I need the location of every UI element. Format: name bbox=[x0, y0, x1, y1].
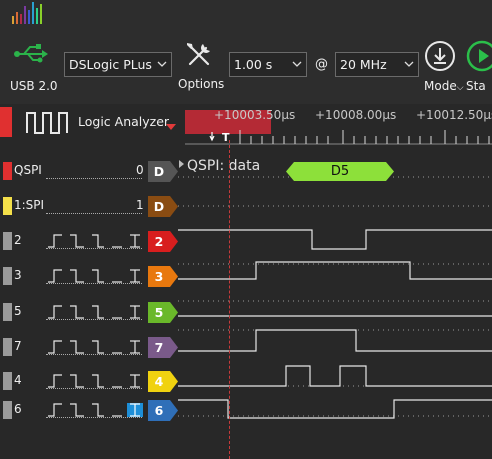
channel-badge-label: 6 bbox=[148, 400, 180, 421]
channel-color-stripe bbox=[3, 197, 12, 215]
mode-label: Mode⌵ bbox=[424, 79, 464, 93]
chevron-down-icon bbox=[157, 61, 167, 67]
channel-underline bbox=[46, 354, 142, 355]
channel-color-stripe bbox=[3, 401, 12, 419]
options-label: Options bbox=[178, 77, 225, 91]
channel-badge-text: 3 bbox=[154, 269, 164, 284]
channel-name: 6 bbox=[14, 402, 22, 416]
channel-name: QSPI bbox=[14, 163, 42, 177]
channel-color-stripe bbox=[3, 338, 12, 356]
channel-color-stripe bbox=[3, 162, 12, 180]
sample-rate-select-value: 20 MHz bbox=[340, 57, 387, 72]
channel-underline bbox=[46, 178, 142, 179]
channel-row-4[interactable]: 4 4 bbox=[0, 366, 492, 396]
channel-badge-label: 4 bbox=[148, 371, 180, 392]
trigger-selector[interactable] bbox=[46, 374, 146, 388]
channel-underline bbox=[46, 213, 142, 214]
trigger-selector[interactable] bbox=[46, 305, 146, 319]
channel-name: 1:SPI bbox=[14, 198, 45, 212]
channel-row-qspi[interactable]: QSPI 0 D bbox=[0, 156, 492, 186]
channel-badge-label: D bbox=[148, 196, 180, 217]
download-circle-icon bbox=[425, 41, 455, 71]
chevron-down-icon bbox=[404, 61, 414, 67]
device-select-value: DSLogic PLus bbox=[69, 57, 152, 72]
channel-color-stripe bbox=[3, 303, 12, 321]
channel-row-3[interactable]: 3 3 bbox=[0, 261, 492, 291]
channel-underline bbox=[46, 417, 142, 418]
sample-rate-select[interactable]: 20 MHz bbox=[335, 52, 419, 77]
channel-badge-text: 4 bbox=[154, 374, 164, 389]
channel-badge-label: 7 bbox=[148, 337, 180, 358]
channel-name: 2 bbox=[14, 233, 22, 247]
device-select[interactable]: DSLogic PLus bbox=[64, 52, 172, 77]
channel-badge-label: 3 bbox=[148, 266, 180, 287]
at-sign: @ bbox=[315, 57, 328, 72]
channel-name: 5 bbox=[14, 304, 22, 318]
usb-status: USB 2.0 bbox=[8, 42, 68, 98]
trigger-selector[interactable] bbox=[46, 269, 146, 283]
channel-badge-text: D bbox=[153, 199, 165, 214]
channel-color-stripe bbox=[3, 267, 12, 285]
channel-row-2[interactable]: 2 2 bbox=[0, 226, 492, 256]
channel-underline bbox=[46, 319, 142, 320]
channel-underline bbox=[46, 283, 142, 284]
channel-badge-text: 7 bbox=[154, 340, 164, 355]
channel-badge-text: 2 bbox=[154, 234, 164, 249]
trigger-selector[interactable] bbox=[46, 340, 146, 354]
channel-name: 3 bbox=[14, 268, 22, 282]
options-button[interactable]: Options bbox=[178, 40, 226, 96]
channel-color-stripe bbox=[3, 372, 12, 390]
channel-index: 1 bbox=[136, 198, 144, 212]
mode-label-text: Mode bbox=[424, 79, 457, 93]
tools-icon bbox=[187, 43, 210, 66]
usb-label: USB 2.0 bbox=[10, 79, 58, 93]
duration-select-value: 1.00 s bbox=[234, 57, 273, 72]
channel-row-spi[interactable]: 1:SPI 1 D bbox=[0, 191, 492, 221]
channel-badge-label: 2 bbox=[148, 231, 180, 252]
app-logo-icon bbox=[12, 2, 42, 24]
channel-color-stripe bbox=[3, 232, 12, 250]
trigger-selector[interactable] bbox=[46, 403, 146, 417]
trigger-selector[interactable] bbox=[46, 234, 146, 248]
chevron-down-icon: ⌵ bbox=[456, 83, 464, 93]
start-label: Sta bbox=[466, 79, 486, 93]
channel-row-7[interactable]: 7 7 bbox=[0, 332, 492, 362]
waveform-viewer: Logic Analyzer +10003.50µs +10008.00µs +… bbox=[0, 104, 492, 459]
channel-badge-text: 5 bbox=[154, 305, 164, 320]
duration-select[interactable]: 1.00 s bbox=[229, 52, 307, 77]
channel-badge-text: D bbox=[153, 164, 165, 179]
channel-underline bbox=[46, 388, 142, 389]
start-button[interactable]: Sta bbox=[466, 40, 492, 96]
channel-badge-label: D bbox=[148, 161, 180, 182]
play-circle-icon bbox=[466, 40, 492, 72]
chevron-down-icon bbox=[292, 61, 302, 67]
channel-underline bbox=[46, 248, 142, 249]
channel-name: 4 bbox=[14, 373, 22, 387]
channel-badge-label: 5 bbox=[148, 302, 180, 323]
channel-row-5[interactable]: 5 5 bbox=[0, 297, 492, 327]
usb-icon bbox=[14, 44, 48, 63]
mode-button[interactable]: Mode⌵ bbox=[424, 40, 464, 96]
toolbar: USB 2.0 DSLogic PLus Options 1.00 s @ 20… bbox=[0, 0, 492, 104]
channel-name: 7 bbox=[14, 339, 22, 353]
channel-index: 0 bbox=[136, 163, 144, 177]
channel-row-6[interactable]: 6 6 bbox=[0, 395, 492, 425]
channel-badge-text: 6 bbox=[154, 403, 164, 418]
